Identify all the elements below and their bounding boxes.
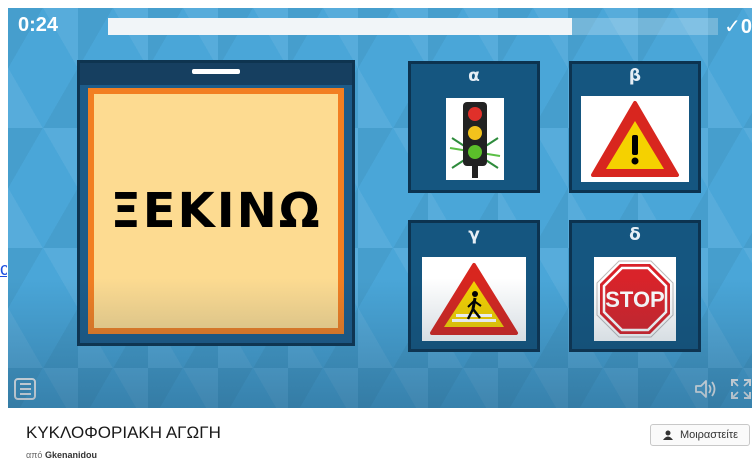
- answer-option-a[interactable]: α: [411, 64, 537, 190]
- activity-title: ΚΥΚΛΟΦΟΡΙΑΚΗ ΑΓΩΓΗ: [26, 423, 221, 442]
- share-button[interactable]: Μοιραστείτε: [650, 424, 750, 446]
- card-header-bar: [192, 69, 240, 74]
- warning-sign-icon: [581, 96, 689, 182]
- traffic-light-icon: [446, 98, 504, 180]
- byline-prefix: από: [26, 450, 43, 460]
- timer: 0:24: [18, 14, 59, 36]
- stop-sign-text: STOP: [605, 287, 665, 312]
- share-label: Μοιραστείτε: [679, 429, 739, 441]
- card-face: ΞΕΚΙΝΩ: [88, 88, 344, 334]
- author-byline: από Gkenanidou: [26, 450, 97, 460]
- menu-icon[interactable]: [14, 378, 36, 400]
- progress-fill: [108, 18, 572, 35]
- user-icon: [662, 430, 673, 440]
- stop-sign-icon: STOP: [594, 257, 676, 341]
- answer-option-d[interactable]: δ STOP: [572, 223, 698, 349]
- author-name[interactable]: Gkenanidou: [45, 450, 97, 460]
- score-counter: ✓0: [724, 16, 752, 38]
- progress-bar: [108, 18, 718, 35]
- fullscreen-icon[interactable]: [730, 378, 752, 400]
- answer-option-b[interactable]: β: [572, 64, 698, 190]
- left-edge-link[interactable]: c: [0, 258, 7, 282]
- option-letter: δ: [629, 225, 641, 245]
- option-letter: β: [628, 66, 642, 86]
- answer-option-c[interactable]: γ: [411, 223, 537, 349]
- card-header: [80, 63, 352, 85]
- pedestrian-crossing-sign-icon: [422, 257, 526, 341]
- card-word: ΞΕΚΙΝΩ: [110, 183, 322, 239]
- option-letter: γ: [468, 225, 480, 245]
- game-stage: 0:24 ✓0 ΞΕΚΙΝΩ α β γ δ STOP: [8, 8, 752, 408]
- flash-card: ΞΕΚΙΝΩ: [80, 63, 352, 343]
- option-letter: α: [468, 66, 480, 86]
- speaker-icon[interactable]: [694, 378, 718, 400]
